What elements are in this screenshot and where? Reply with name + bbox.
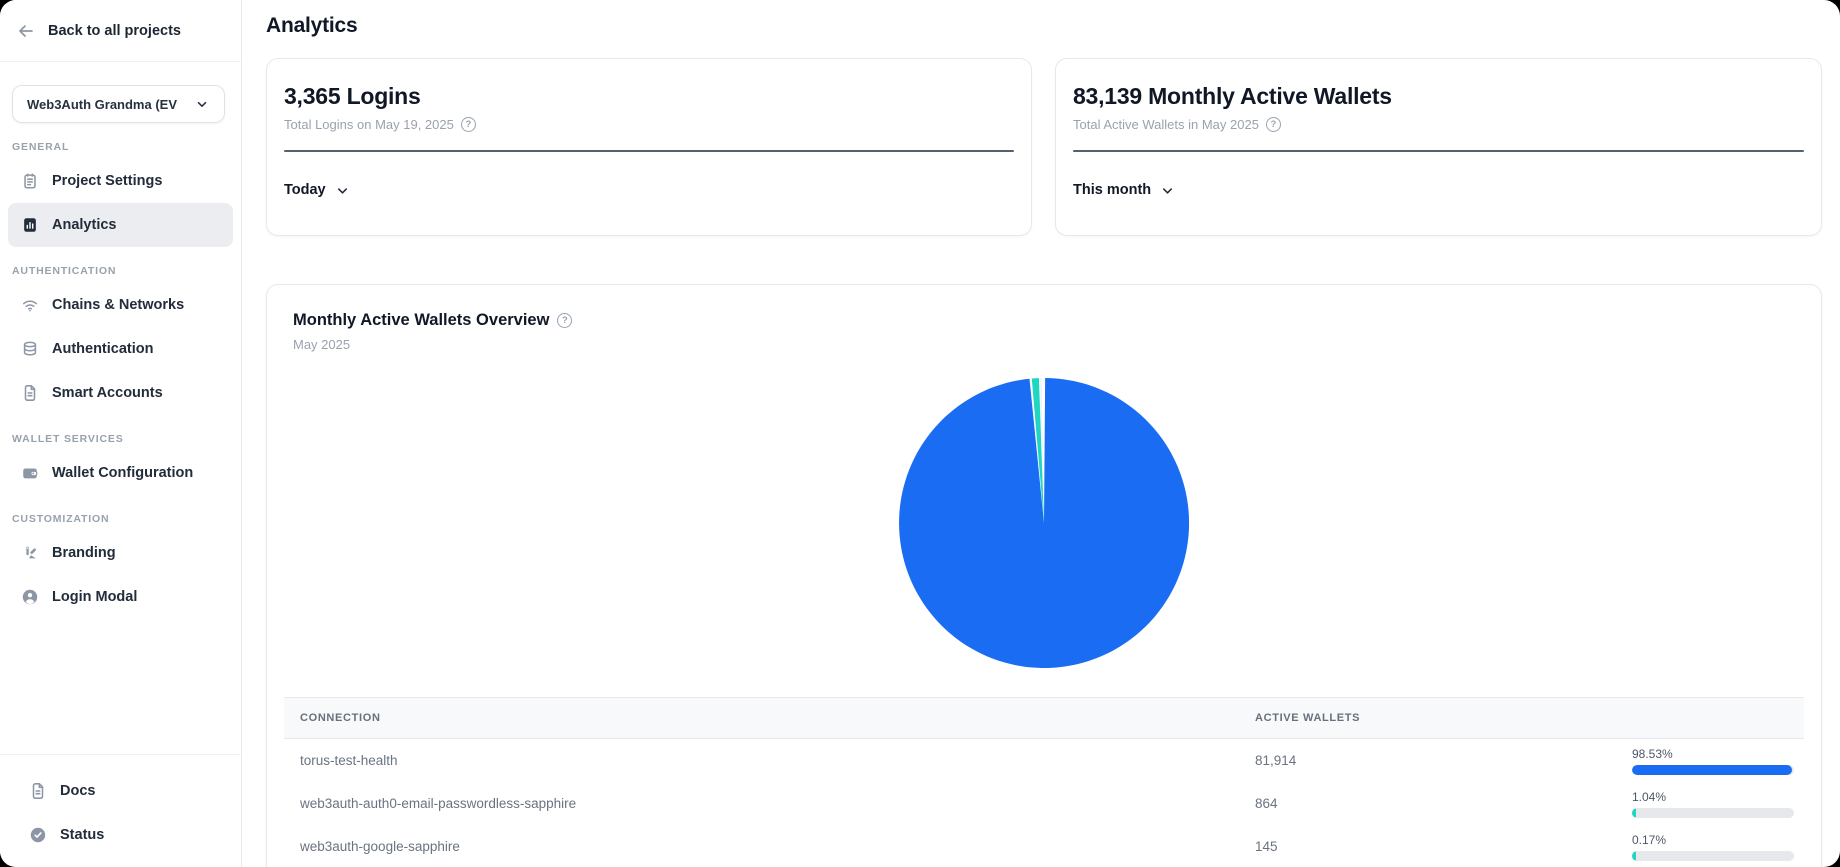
sidebar-item-label: Login Modal — [52, 589, 137, 605]
page-title: Analytics — [266, 14, 1822, 38]
sidebar-footer: Docs Status — [0, 754, 241, 867]
sidebar-item-label: Docs — [60, 783, 95, 799]
active-wallets-value: 81,914 — [1239, 753, 1624, 768]
active-wallets-range-dropdown[interactable]: This month — [1073, 182, 1175, 198]
sidebar-item-label: Smart Accounts — [52, 385, 163, 401]
progress-bar-fill — [1632, 808, 1636, 818]
sidebar-item-analytics[interactable]: Analytics — [8, 203, 233, 247]
column-header-connection: CONNECTION — [284, 712, 1239, 724]
progress-bar-fill — [1632, 851, 1636, 861]
overview-title: Monthly Active Wallets Overview — [293, 311, 549, 330]
stat-cards-row: 3,365 Logins Total Logins on May 19, 202… — [266, 58, 1822, 236]
connection-name: torus-test-health — [284, 753, 1239, 768]
active-wallets-subtitle: Total Active Wallets in May 2025 — [1073, 117, 1259, 132]
progress-bar-track — [1632, 765, 1794, 775]
share-cell: 1.04% — [1632, 790, 1794, 818]
progress-bar-track — [1632, 851, 1794, 861]
share-cell: 0.17% — [1632, 833, 1794, 861]
logins-headline: 3,365 Logins — [284, 83, 1014, 110]
sidebar-item-label: Wallet Configuration — [52, 465, 193, 481]
divider — [1073, 150, 1804, 152]
progress-bar-fill — [1632, 765, 1792, 775]
connections-table: CONNECTION ACTIVE WALLETS torus-test-hea… — [284, 697, 1804, 867]
active-wallets-value: 864 — [1239, 796, 1624, 811]
bar-chart-doc-icon — [20, 215, 40, 235]
percent-label: 1.04% — [1632, 790, 1666, 804]
sidebar-item-login-modal[interactable]: Login Modal — [8, 575, 233, 619]
sidebar-item-label: Branding — [52, 545, 116, 561]
section-label-customization: CUSTOMIZATION — [0, 495, 241, 531]
percent-label: 0.17% — [1632, 833, 1666, 847]
table-row[interactable]: web3auth-auth0-email-passwordless-sapphi… — [284, 782, 1804, 825]
active-wallets-headline: 83,139 Monthly Active Wallets — [1073, 83, 1804, 110]
wallet-icon — [20, 463, 40, 483]
sidebar-item-label: Project Settings — [52, 173, 162, 189]
range-value: This month — [1073, 182, 1151, 198]
brush-icon — [20, 543, 40, 563]
document-icon — [28, 781, 48, 801]
chevron-down-icon — [335, 183, 350, 198]
range-value: Today — [284, 182, 326, 198]
sidebar-item-chains-networks[interactable]: Chains & Networks — [8, 283, 233, 327]
share-cell: 98.53% — [1632, 747, 1794, 775]
sidebar-item-label: Analytics — [52, 217, 116, 233]
clipboard-icon — [20, 171, 40, 191]
table-header-row: CONNECTION ACTIVE WALLETS — [284, 697, 1804, 739]
overview-subtitle: May 2025 — [284, 337, 1804, 352]
table-row[interactable]: torus-test-health 81,914 98.53% — [284, 739, 1804, 782]
sidebar-item-status[interactable]: Status — [16, 813, 225, 857]
chevron-down-icon — [1160, 183, 1175, 198]
logins-subtitle: Total Logins on May 19, 2025 — [284, 117, 454, 132]
sidebar-item-branding[interactable]: Branding — [8, 531, 233, 575]
main-content: Analytics 3,365 Logins Total Logins on M… — [242, 0, 1840, 867]
pie-slice-torus-test-health[interactable] — [899, 378, 1189, 668]
connection-name: web3auth-google-sapphire — [284, 839, 1239, 854]
back-to-projects-link[interactable]: Back to all projects — [0, 0, 241, 62]
active-wallets-pie-chart[interactable] — [899, 378, 1189, 668]
progress-bar-track — [1632, 808, 1794, 818]
sidebar-spacer — [0, 619, 241, 754]
sidebar-item-smart-accounts[interactable]: Smart Accounts — [8, 371, 233, 415]
active-wallets-value: 145 — [1239, 839, 1624, 854]
section-label-wallet-services: WALLET SERVICES — [0, 415, 241, 451]
database-icon — [20, 339, 40, 359]
column-header-active-wallets: ACTIVE WALLETS — [1239, 712, 1624, 724]
table-row[interactable]: web3auth-google-sapphire 145 0.17% — [284, 825, 1804, 867]
help-icon[interactable] — [1266, 117, 1281, 132]
help-icon[interactable] — [557, 313, 572, 328]
app-window: Back to all projects Web3Auth Grandma (E… — [0, 0, 1840, 867]
connection-name: web3auth-auth0-email-passwordless-sapphi… — [284, 796, 1239, 811]
sidebar-item-label: Chains & Networks — [52, 297, 184, 313]
pie-chart-container — [284, 378, 1804, 668]
chevron-down-icon — [192, 94, 212, 114]
section-label-authentication: AUTHENTICATION — [0, 247, 241, 283]
sidebar-item-docs[interactable]: Docs — [16, 769, 225, 813]
arrow-left-icon — [16, 21, 36, 41]
user-circle-icon — [20, 587, 40, 607]
percent-label: 98.53% — [1632, 747, 1673, 761]
monthly-active-wallets-overview-card: Monthly Active Wallets Overview May 2025… — [266, 284, 1822, 867]
sidebar-item-label: Authentication — [52, 341, 154, 357]
check-circle-icon — [28, 825, 48, 845]
logins-stat-card: 3,365 Logins Total Logins on May 19, 202… — [266, 58, 1032, 236]
sidebar: Back to all projects Web3Auth Grandma (E… — [0, 0, 242, 867]
active-wallets-stat-card: 83,139 Monthly Active Wallets Total Acti… — [1055, 58, 1822, 236]
divider — [284, 150, 1014, 152]
project-selector[interactable]: Web3Auth Grandma (EV — [12, 85, 225, 123]
wifi-icon — [20, 295, 40, 315]
section-label-general: GENERAL — [0, 123, 241, 159]
sidebar-item-label: Status — [60, 827, 104, 843]
sidebar-item-wallet-configuration[interactable]: Wallet Configuration — [8, 451, 233, 495]
help-icon[interactable] — [461, 117, 476, 132]
sidebar-item-authentication[interactable]: Authentication — [8, 327, 233, 371]
back-label: Back to all projects — [48, 23, 181, 39]
document-icon — [20, 383, 40, 403]
sidebar-item-project-settings[interactable]: Project Settings — [8, 159, 233, 203]
logins-range-dropdown[interactable]: Today — [284, 182, 350, 198]
project-selector-value: Web3Auth Grandma (EV — [27, 97, 177, 112]
